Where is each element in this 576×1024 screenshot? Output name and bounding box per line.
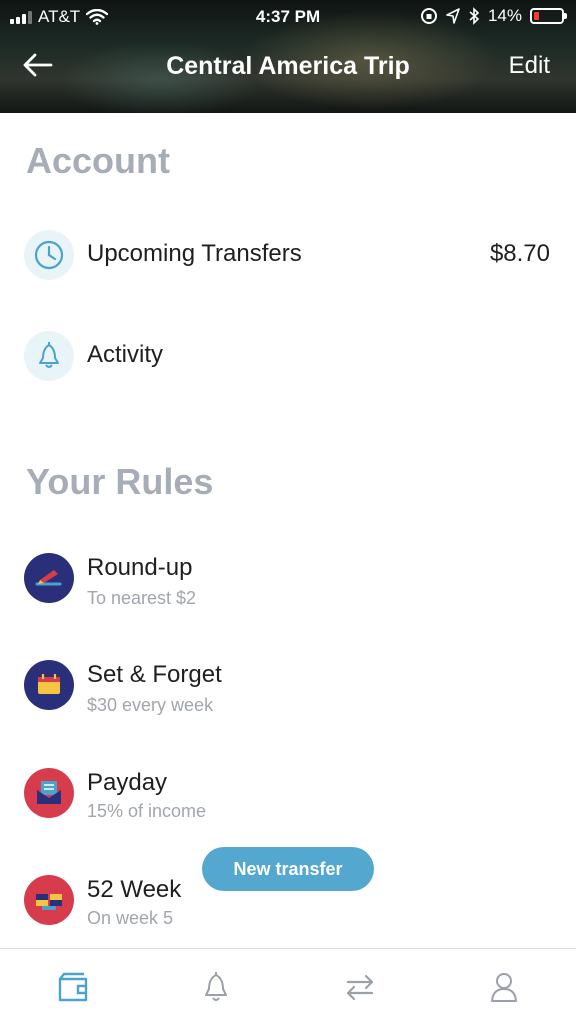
tab-bar — [0, 948, 576, 1024]
fifty-two-icon — [24, 875, 74, 925]
upcoming-transfers-amount: $8.70 — [489, 240, 550, 267]
battery-icon — [530, 8, 567, 24]
header: AT&T 4:37 PM 14% Central America Trip Ed… — [0, 0, 576, 113]
rule-label: Set & Forget — [87, 661, 222, 688]
status-bar: AT&T 4:37 PM 14% — [0, 0, 576, 34]
rule-round-up-row[interactable]: Round-up To nearest $2 — [0, 548, 576, 618]
envelope-icon — [24, 768, 74, 818]
orientation-lock-icon — [420, 8, 437, 24]
rule-label: Payday — [87, 769, 168, 796]
rule-subtitle: To nearest $2 — [87, 588, 197, 608]
rule-subtitle: $30 every week — [87, 695, 214, 715]
rule-label: 52 Week — [87, 876, 182, 903]
activity-label: Activity — [87, 341, 164, 368]
upcoming-transfers-label: Upcoming Transfers — [87, 240, 302, 267]
edit-button[interactable]: Edit — [509, 52, 550, 80]
navigation-bar: Central America Trip Edit — [0, 40, 576, 90]
account-section-title: Account — [26, 140, 170, 181]
transfer-icon[interactable] — [340, 967, 380, 1007]
wallet-icon[interactable] — [54, 967, 94, 1007]
rule-payday-row[interactable]: Payday 15% of income — [0, 763, 576, 833]
battery-percent: 14% — [487, 6, 522, 25]
rule-set-and-forget-row[interactable]: Set & Forget $30 every week — [0, 655, 576, 725]
profile-icon[interactable] — [484, 967, 524, 1007]
location-icon — [446, 8, 460, 24]
bluetooth-icon — [469, 7, 480, 25]
rule-subtitle: On week 5 — [87, 908, 174, 928]
calendar-icon — [24, 660, 74, 710]
rules-section-title: Your Rules — [26, 461, 214, 502]
clock-icon — [24, 230, 74, 280]
bell-icon — [24, 331, 74, 381]
round-up-icon — [24, 553, 74, 603]
rule-label: Round-up — [87, 554, 193, 581]
upcoming-transfers-row[interactable]: Upcoming Transfers $8.70 — [0, 220, 576, 290]
activity-row[interactable]: Activity — [0, 320, 576, 390]
page-title: Central America Trip — [166, 52, 410, 80]
rule-subtitle: 15% of income — [87, 801, 207, 821]
bell-icon[interactable] — [196, 967, 236, 1007]
new-transfer-button[interactable]: New transfer — [202, 847, 374, 891]
